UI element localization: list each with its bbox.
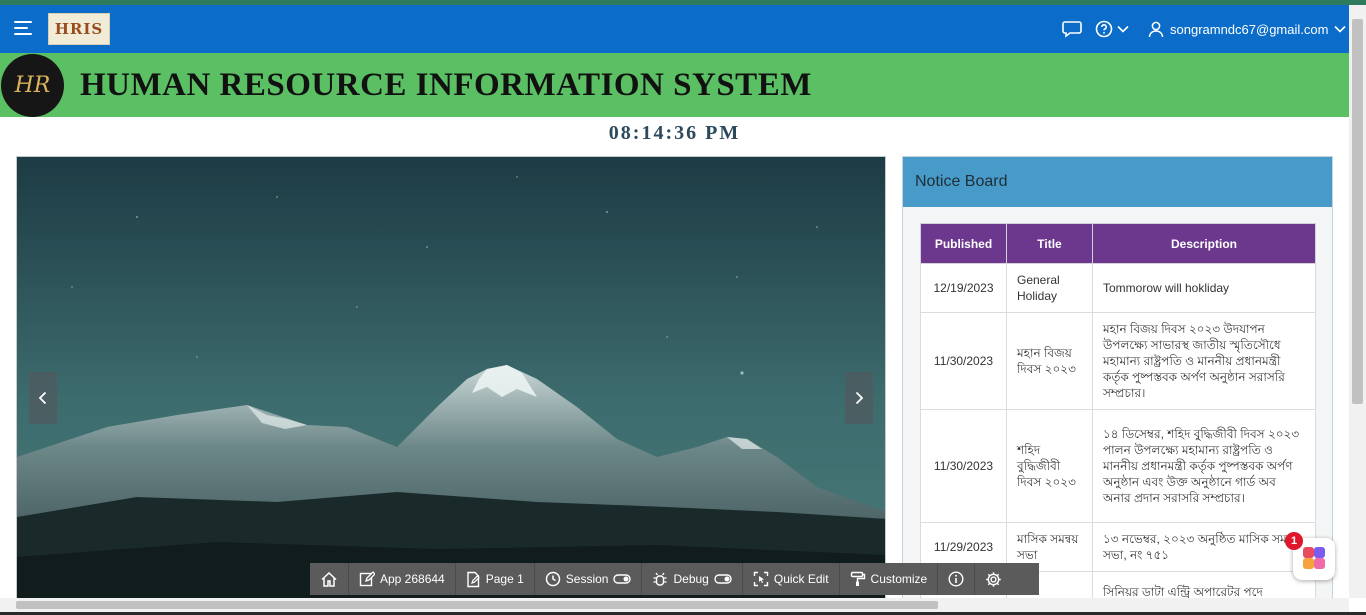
home-button[interactable] — [310, 563, 349, 595]
help-icon — [1095, 20, 1113, 38]
chevron-left-icon — [38, 391, 47, 405]
description-cell: সিনিয়র ডাটা এন্ট্রি অপারেটর পদে — [1092, 571, 1316, 600]
app-header: HRIS songramndc67@gmail.com — [0, 5, 1349, 53]
table-row: 12/19/2023 General Holiday Tommorow will… — [920, 263, 1316, 313]
column-header-description[interactable]: Description — [1092, 223, 1316, 264]
customize-button[interactable]: Customize — [840, 563, 939, 595]
hr-logo: HR — [1, 54, 64, 117]
table-row: 11/30/2023 মহান বিজয় দিবস ২০২৩ মহান বিজ… — [920, 312, 1316, 410]
horizontal-scrollbar[interactable] — [0, 598, 1349, 612]
debug-button[interactable]: Debug — [642, 563, 743, 595]
toggle-icon — [714, 574, 732, 584]
column-header-title[interactable]: Title — [1006, 223, 1093, 264]
published-cell: 11/30/2023 — [920, 409, 1007, 523]
customize-label: Customize — [870, 572, 928, 586]
clock-icon — [545, 571, 561, 587]
chat-icon[interactable] — [1062, 19, 1082, 39]
chevron-down-icon — [1334, 25, 1347, 33]
mountain-image — [17, 157, 885, 600]
toggle-icon — [613, 574, 632, 584]
bug-icon — [653, 572, 667, 586]
session-label: Session — [565, 572, 609, 586]
column-header-published[interactable]: Published — [920, 223, 1007, 264]
horizontal-scroll-thumb[interactable] — [16, 601, 938, 609]
chevron-down-icon — [1117, 25, 1129, 33]
home-icon — [321, 571, 337, 587]
edit-icon — [359, 571, 375, 587]
info-icon — [948, 571, 964, 587]
published-cell: 12/19/2023 — [920, 263, 1007, 313]
description-cell: মহান বিজয় দিবস ২০২৩ উদযাপন উপলক্ষ্যে সা… — [1092, 312, 1316, 410]
description-cell: ১৩ নভেম্বর, ২০২৩ অনুষ্ঠিত মাসিক সমন্বয় … — [1092, 522, 1316, 572]
paint-roller-icon — [850, 571, 865, 586]
gear-icon — [986, 571, 1002, 587]
debug-label: Debug — [673, 572, 709, 586]
quick-edit-button[interactable]: Quick Edit — [743, 563, 840, 595]
app-logo[interactable]: HRIS — [48, 13, 110, 45]
quick-edit-icon — [753, 571, 769, 587]
carousel-next-button[interactable] — [845, 372, 873, 424]
title-banner: HR HUMAN RESOURCE INFORMATION SYSTEM — [0, 53, 1349, 117]
info-button[interactable] — [938, 563, 976, 595]
notification-badge: 1 — [1285, 532, 1303, 550]
description-cell: Tommorow will hokliday — [1092, 263, 1316, 313]
published-cell: 11/30/2023 — [920, 312, 1007, 410]
notice-table: Published Title Description 12/19/2023 G… — [920, 223, 1316, 600]
user-email: songramndc67@gmail.com — [1170, 21, 1329, 37]
user-menu[interactable]: songramndc67@gmail.com — [1148, 19, 1347, 39]
digital-clock: 08:14:36 PM — [608, 122, 741, 144]
vertical-scrollbar[interactable] — [1349, 5, 1366, 598]
chevron-right-icon — [855, 391, 864, 405]
title-cell: মহান বিজয় দিবস ২০২৩ — [1006, 312, 1093, 410]
notice-board: Notice Board Published Title Description… — [902, 156, 1333, 601]
help-menu[interactable] — [1095, 19, 1129, 39]
page-edit-icon — [467, 571, 480, 587]
floating-app-button[interactable]: 1 — [1285, 532, 1335, 580]
carousel-prev-button[interactable] — [29, 372, 57, 424]
app-label: App 268644 — [380, 572, 445, 586]
title-cell: General Holiday — [1006, 263, 1093, 313]
vertical-scroll-thumb[interactable] — [1352, 19, 1363, 404]
notice-board-title: Notice Board — [903, 157, 1332, 207]
settings-button[interactable] — [975, 563, 1012, 595]
developer-toolbar: App 268644 Page 1 Session Debug Quick Ed… — [310, 563, 1039, 595]
page-title: HUMAN RESOURCE INFORMATION SYSTEM — [80, 67, 812, 103]
table-row: 11/30/2023 শহিদ বুদ্ধিজীবী দিবস ২০২৩ ১৪ … — [920, 409, 1316, 523]
title-cell: শহিদ বুদ্ধিজীবী দিবস ২০২৩ — [1006, 409, 1093, 523]
user-icon — [1148, 21, 1164, 37]
page-label: Page 1 — [485, 572, 524, 586]
quick-edit-label: Quick Edit — [773, 572, 829, 586]
description-cell: ১৪ ডিসেম্বর, শহিদ বুদ্ধিজীবী দিবস ২০২৩ প… — [1092, 409, 1316, 523]
app-button[interactable]: App 268644 — [349, 563, 456, 595]
menu-icon[interactable] — [14, 21, 32, 35]
page-button[interactable]: Page 1 — [456, 563, 535, 595]
image-carousel — [16, 156, 886, 601]
session-button[interactable]: Session — [535, 563, 643, 595]
